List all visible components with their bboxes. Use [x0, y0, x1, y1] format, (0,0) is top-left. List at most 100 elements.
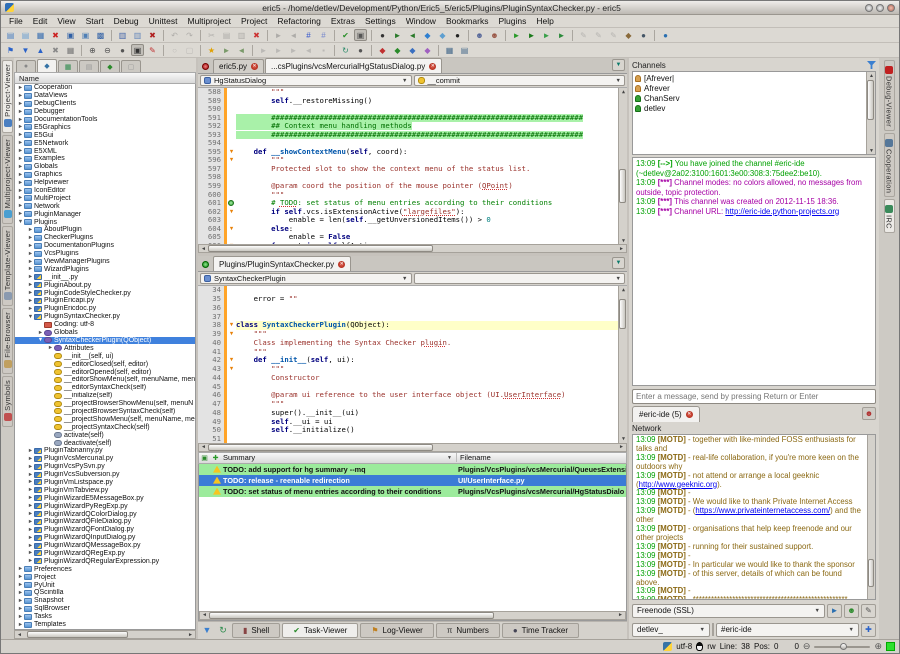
expand-arrow-icon[interactable]: ►	[17, 85, 24, 91]
close-icon[interactable]: ✕	[685, 411, 693, 418]
tree-item[interactable]: ► Snapshot	[15, 597, 195, 605]
fold-marker-icon[interactable]: ▼	[227, 330, 236, 339]
expand-arrow-icon[interactable]: ►	[27, 274, 34, 280]
debug-stop-icon[interactable]: ▪	[317, 44, 330, 56]
expand-arrow-icon[interactable]: ►	[17, 188, 24, 194]
expand-arrow-icon[interactable]: ►	[17, 140, 24, 146]
fold-marker-icon[interactable]: ▼	[227, 147, 236, 157]
expand-arrow-icon[interactable]: ►	[17, 614, 24, 620]
scroll-thumb[interactable]	[208, 245, 433, 253]
run-script-icon[interactable]: ►	[510, 29, 523, 41]
sidebar-tab-file-browser[interactable]: File-Browser	[2, 308, 13, 375]
tree-item[interactable]: ► DebugClients	[15, 100, 195, 108]
close-icon[interactable]: ✖	[49, 29, 62, 41]
scroll-left-arrow[interactable]: ◄	[15, 631, 24, 638]
expand-arrow-icon[interactable]: ►	[17, 582, 24, 588]
tree-item[interactable]: ► PluginWizardQFileDialog.py	[15, 518, 195, 526]
prev-change-icon[interactable]: ○	[168, 44, 181, 56]
bottom-tab-log-viewer[interactable]: ⚑ Log-Viewer	[360, 622, 434, 638]
channel-combo[interactable]: #eric-ide ▼	[716, 622, 859, 637]
menu-edit[interactable]: Edit	[28, 16, 53, 26]
compare-icon[interactable]: ◆	[622, 29, 635, 41]
project-tree[interactable]: ► Cooperation ► DataViews ► DebugClients ► Debu…	[14, 84, 196, 630]
bottom-tab-shell[interactable]: ▮ Shell	[232, 622, 281, 638]
menu-extras[interactable]: Extras	[326, 16, 360, 26]
column-header-summary[interactable]: Summary ▼	[221, 453, 456, 462]
task-row[interactable]: TODO: release - reenable redirection UI/U…	[199, 474, 626, 486]
bookmark-next-icon[interactable]: ▼	[19, 44, 32, 56]
network-vscrollbar[interactable]	[867, 435, 875, 599]
bottom-tab-time-tracker[interactable]: ● Time Tracker	[501, 622, 580, 638]
fold-marker-icon[interactable]: ▼	[227, 156, 236, 165]
task-filter-icon[interactable]: ▣	[199, 454, 210, 462]
vcs-commit-icon[interactable]: ◆	[391, 44, 404, 56]
zoom-slider-handle[interactable]	[839, 643, 847, 650]
edit-network-icon[interactable]: ✎	[861, 603, 876, 618]
profile-edit-icon[interactable]: ☻	[473, 29, 486, 41]
expand-arrow-icon[interactable]: ►	[27, 251, 34, 257]
tree-item[interactable]: ► Network	[15, 202, 195, 210]
expand-arrow-icon[interactable]: ►	[17, 109, 24, 115]
menu-bookmarks[interactable]: Bookmarks	[441, 16, 494, 26]
channel-messages[interactable]: 13:09 [-->] You have joined the channel …	[632, 157, 876, 386]
users-vscrollbar[interactable]: ▲ ▼	[866, 72, 875, 154]
tree-item[interactable]: ► Cooperation	[15, 84, 195, 92]
editor-top-vscrollbar[interactable]: ▲ ▼	[618, 88, 627, 245]
unittest-script-icon[interactable]: ✎	[607, 29, 620, 41]
search-icon[interactable]: ●	[376, 29, 389, 41]
fold-marker-icon[interactable]: ▼	[227, 207, 236, 217]
search-next-icon[interactable]: ►	[391, 29, 404, 41]
indent-icon[interactable]: ►	[272, 29, 285, 41]
menu-unittest[interactable]: Unittest	[144, 16, 183, 26]
copy-icon[interactable]: ▤	[220, 29, 233, 41]
tree-item[interactable]: __editorClosed(self, editor)	[15, 360, 195, 368]
tree-item[interactable]: __init__(self, ui)	[15, 352, 195, 360]
bookmark-clear-icon[interactable]: ✖	[49, 44, 62, 56]
debug-script-icon[interactable]: ►	[540, 29, 553, 41]
menu-debug[interactable]: Debug	[109, 16, 144, 26]
tree-item[interactable]: ► PluginVmListspace.py	[15, 479, 195, 487]
tree-item[interactable]: ► E5XML	[15, 147, 195, 155]
expand-arrow-icon[interactable]: ►	[27, 550, 34, 556]
editor-tab[interactable]: Plugins/PluginSyntaxChecker.py ✕	[213, 256, 352, 272]
close-tab-icon[interactable]: ✕	[338, 260, 346, 268]
close-button[interactable]	[887, 3, 895, 12]
expand-arrow-icon[interactable]: ►	[27, 243, 34, 249]
fold-marker-icon[interactable]: ▼	[227, 321, 236, 331]
expand-arrow-icon[interactable]: ►	[27, 306, 34, 312]
zoom-in-icon[interactable]: ⊕	[874, 641, 882, 652]
tree-item[interactable]: __projectBrowserSyntaxCheck(self)	[15, 408, 195, 416]
expand-arrow-icon[interactable]: ►	[27, 487, 34, 493]
tree-item[interactable]: ► Tasks	[15, 613, 195, 621]
scroll-up-arrow[interactable]: ▲	[619, 286, 627, 293]
task-star-icon[interactable]: ★	[205, 44, 218, 56]
tree-item[interactable]: ► __init__.py	[15, 273, 195, 281]
search-files-icon[interactable]: ●	[451, 29, 464, 41]
tree-item[interactable]: ▼ SyntaxCheckerPlugin(QObject)	[15, 336, 195, 345]
nickname-combo[interactable]: detlev_ ▼	[632, 622, 710, 637]
tree-item[interactable]: ► Preferences	[15, 565, 195, 573]
zoom-out-icon[interactable]: ⊖	[101, 44, 114, 56]
menu-help[interactable]: Help	[531, 16, 558, 26]
expand-arrow-icon[interactable]: ►	[27, 456, 34, 462]
unittest-restart-icon[interactable]: ✎	[592, 29, 605, 41]
tab-list-dropdown-icon[interactable]: ▼	[612, 59, 625, 71]
stop-script-icon[interactable]: ●	[354, 44, 367, 56]
expand-arrow-icon[interactable]: ►	[27, 472, 34, 478]
task-prev-icon[interactable]: ◄	[235, 44, 248, 56]
expand-arrow-icon[interactable]: ►	[17, 606, 24, 612]
collapse-arrow-icon[interactable]: ▼	[37, 337, 44, 343]
scroll-down-arrow[interactable]: ▼	[619, 237, 627, 244]
uncomment-icon[interactable]: #	[317, 29, 330, 41]
task-hscrollbar[interactable]: ◄ ►	[199, 610, 626, 620]
tree-item[interactable]: ► PluginVmTabview.py	[15, 486, 195, 494]
user-item[interactable]: detlev	[635, 103, 864, 113]
tree-item[interactable]: ► E5Gui	[15, 131, 195, 139]
expand-arrow-icon[interactable]: ►	[27, 479, 34, 485]
expand-arrow-icon[interactable]: ►	[27, 282, 34, 288]
scroll-down-arrow[interactable]: ▼	[619, 436, 627, 443]
redo-icon[interactable]: ↷	[183, 29, 196, 41]
clock-icon[interactable]: ●	[637, 29, 650, 41]
task-next-icon[interactable]: ►	[220, 44, 233, 56]
search-prev-icon[interactable]: ◄	[406, 29, 419, 41]
